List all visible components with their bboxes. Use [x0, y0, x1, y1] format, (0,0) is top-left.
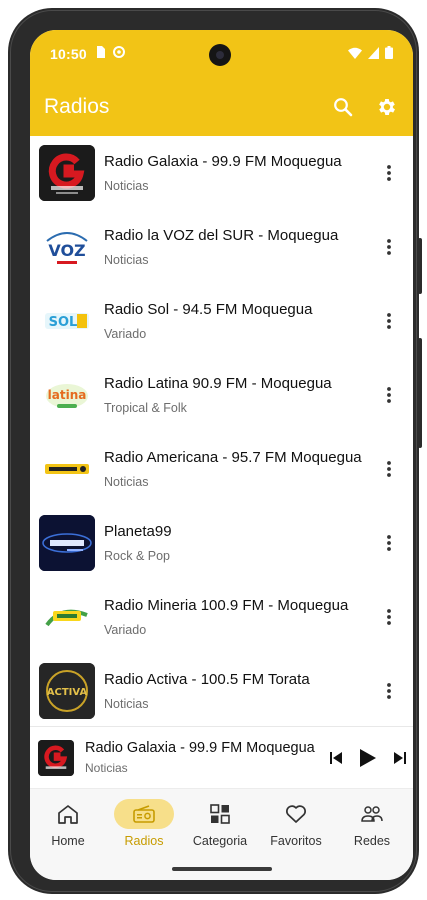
skip-previous-icon [330, 751, 342, 764]
station-name: Radio la VOZ del SUR - Moquegua [104, 227, 339, 244]
radio-americana-logo [39, 441, 95, 497]
more-options-button[interactable] [379, 161, 399, 185]
list-item[interactable]: Radio Galaxia - 99.9 FM Moquegua Noticia… [30, 136, 413, 210]
station-genre: Variado [104, 327, 147, 341]
battery-icon [385, 46, 393, 63]
list-item[interactable]: SOL Radio Sol - 94.5 FM Moquegua Variado [30, 284, 413, 358]
home-icon [58, 805, 78, 824]
mini-player[interactable]: Radio Galaxia - 99.9 FM Moquegua Noticia… [30, 726, 413, 788]
station-name: Radio Americana - 95.7 FM Moquegua [104, 449, 362, 466]
radio-icon [133, 805, 155, 823]
station-genre: Rock & Pop [104, 549, 171, 563]
more-options-button[interactable] [379, 531, 399, 555]
more-vert-icon [387, 683, 391, 699]
station-name: Radio Mineria 100.9 FM - Moquegua [104, 597, 349, 614]
category-icon [210, 804, 230, 824]
screen: 10:50 Radios Radio Galaxia - 99.9 FM Moq… [30, 30, 413, 880]
list-item[interactable]: VOZ Radio la VOZ del SUR - Moquegua Noti… [30, 210, 413, 284]
play-button[interactable] [357, 746, 379, 770]
previous-button[interactable] [327, 746, 345, 770]
station-genre: Noticias [104, 253, 149, 267]
station-name: Planeta99 [104, 523, 172, 540]
nav-item-radios[interactable]: Radios [106, 799, 182, 848]
nav-label: Redes [353, 834, 391, 848]
svg-text:SOL: SOL [49, 315, 78, 330]
now-playing-logo [38, 739, 74, 776]
app-bar: Radios [30, 78, 413, 136]
station-list: Radio Galaxia - 99.9 FM Moquegua Noticia… [30, 136, 413, 726]
more-options-button[interactable] [379, 309, 399, 333]
vpn-icon [112, 46, 125, 62]
skip-next-icon [394, 751, 406, 764]
heart-icon [286, 805, 306, 823]
nav-item-favoritos[interactable]: Favoritos [258, 799, 334, 848]
radio-mineria-logo [39, 589, 95, 645]
next-button[interactable] [391, 746, 409, 770]
more-options-button[interactable] [379, 605, 399, 629]
now-playing-title: Radio Galaxia - 99.9 FM Moquegua [85, 740, 315, 756]
radio-sol-logo: SOL [39, 293, 95, 349]
wifi-icon [348, 47, 362, 63]
station-genre: Noticias [104, 475, 149, 489]
more-vert-icon [387, 239, 391, 255]
nav-item-categoria[interactable]: Categoria [182, 799, 258, 848]
more-vert-icon [387, 165, 391, 181]
station-genre: Variado [104, 623, 147, 637]
station-genre: Noticias [104, 179, 149, 193]
more-vert-icon [387, 313, 391, 329]
station-name: Radio Activa - 100.5 FM Torata [104, 671, 310, 688]
power-button [418, 338, 422, 448]
search-button[interactable] [331, 95, 355, 119]
svg-text:VOZ: VOZ [48, 241, 85, 260]
front-camera [209, 44, 231, 66]
nav-label: Home [51, 834, 85, 848]
svg-text:latina: latina [48, 388, 87, 402]
radio-galaxia-logo [39, 145, 95, 201]
nav-label: Favoritos [270, 834, 322, 848]
radio-activa-logo: ACTIVA [39, 663, 95, 719]
more-vert-icon [387, 535, 391, 551]
signal-icon [368, 46, 379, 63]
nav-item-redes[interactable]: Redes [334, 799, 410, 848]
station-name: Radio Galaxia - 99.9 FM Moquegua [104, 153, 342, 170]
more-vert-icon [387, 609, 391, 625]
list-item[interactable]: Radio Americana - 95.7 FM Moquegua Notic… [30, 432, 413, 506]
search-icon [334, 98, 353, 117]
nav-label: Radios [124, 834, 164, 848]
station-genre: Noticias [104, 697, 149, 711]
more-vert-icon [387, 461, 391, 477]
list-item[interactable]: latina Radio Latina 90.9 FM - Moquegua T… [30, 358, 413, 432]
status-time: 10:50 [50, 46, 87, 62]
more-options-button[interactable] [379, 235, 399, 259]
page-title: Radios [44, 95, 110, 118]
gear-icon [379, 99, 395, 115]
sim-card-icon [95, 46, 105, 62]
settings-button[interactable] [375, 95, 399, 119]
more-options-button[interactable] [379, 383, 399, 407]
station-name: Radio Latina 90.9 FM - Moquegua [104, 375, 332, 392]
phone-frame: 10:50 Radios Radio Galaxia - 99.9 FM Moq… [8, 8, 422, 894]
play-icon [360, 748, 376, 767]
volume-button [418, 238, 422, 294]
nav-item-home[interactable]: Home [30, 799, 106, 848]
list-item[interactable]: Radio Mineria 100.9 FM - Moquegua Variad… [30, 580, 413, 654]
list-item[interactable]: ACTIVA Radio Activa - 100.5 FM Torata No… [30, 654, 413, 726]
bottom-navigation: Home Radios Categoria Favoritos Redes [30, 788, 413, 880]
more-vert-icon [387, 387, 391, 403]
now-playing-subtitle: Noticias [85, 761, 128, 775]
radio-voz-logo: VOZ [39, 219, 95, 275]
more-options-button[interactable] [379, 679, 399, 703]
station-genre: Tropical & Folk [104, 401, 187, 415]
planeta99-logo [39, 515, 95, 571]
more-options-button[interactable] [379, 457, 399, 481]
radio-latina-logo: latina [39, 367, 95, 423]
station-name: Radio Sol - 94.5 FM Moquegua [104, 301, 313, 318]
people-icon [361, 806, 383, 822]
gesture-bar [172, 867, 272, 871]
list-item[interactable]: Planeta99 Rock & Pop [30, 506, 413, 580]
nav-label: Categoria [192, 834, 248, 848]
svg-text:ACTIVA: ACTIVA [47, 687, 88, 698]
